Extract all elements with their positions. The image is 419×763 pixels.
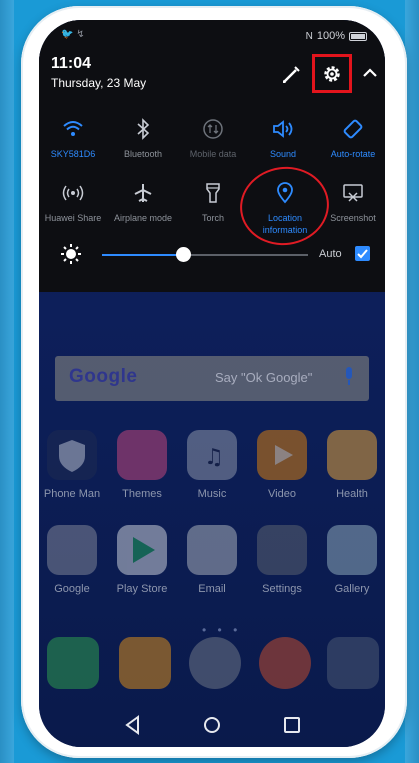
location-highlight-circle xyxy=(235,161,334,251)
app-music[interactable]: ♫ Music xyxy=(179,430,245,500)
status-bar-right: N 100% xyxy=(306,30,367,42)
gear-icon[interactable] xyxy=(322,64,342,84)
tile-label: Bluetooth xyxy=(123,149,163,159)
battery-percent: 100% xyxy=(316,30,345,42)
tile-airplane-mode[interactable]: Airplane mode xyxy=(107,180,179,224)
auto-brightness-checkbox[interactable] xyxy=(355,246,370,261)
tile-label: SKY581D6 xyxy=(50,149,96,159)
edit-icon[interactable] xyxy=(280,64,302,86)
clock-time: 11:04 xyxy=(51,55,92,72)
notification-shade: 🐦 ↯ N 100% 11:04 Thursday, 23 May SKY581… xyxy=(39,20,385,292)
huawei-share-icon xyxy=(39,180,109,206)
tile-auto-rotate[interactable]: Auto-rotate xyxy=(317,116,385,160)
mic-icon[interactable] xyxy=(343,367,355,387)
video-icon xyxy=(257,430,307,480)
phone-app-icon[interactable] xyxy=(47,637,99,689)
chevron-up-icon[interactable] xyxy=(360,63,380,83)
tile-label: Airplane mode xyxy=(113,213,173,223)
contacts-app-icon[interactable] xyxy=(119,637,171,689)
brightness-slider-knob[interactable] xyxy=(176,247,191,262)
app-phone-manager[interactable]: Phone Man xyxy=(39,430,105,500)
tile-label: Mobile data xyxy=(189,149,237,159)
app-label: Google xyxy=(54,583,90,595)
home-icon[interactable] xyxy=(200,713,224,737)
app-health[interactable]: Health xyxy=(319,430,385,500)
airplane-icon xyxy=(107,180,179,206)
tile-torch[interactable]: Torch xyxy=(177,180,249,224)
app-themes[interactable]: Themes xyxy=(109,430,175,500)
app-settings[interactable]: Settings xyxy=(249,525,315,595)
auto-brightness-label: Auto xyxy=(319,248,342,260)
app-label: Themes xyxy=(122,488,162,500)
tile-label: Sound xyxy=(269,149,297,159)
app-label: Gallery xyxy=(334,583,370,595)
google-logo: Google xyxy=(69,366,138,387)
brightness-slider-track[interactable] xyxy=(184,254,308,256)
app-label: Phone Man xyxy=(43,488,101,500)
nfc-icon: N xyxy=(305,30,313,42)
clock-date: Thursday, 23 May xyxy=(51,76,147,90)
bluetooth-icon xyxy=(107,116,179,142)
tile-huawei-share[interactable]: Huawei Share xyxy=(39,180,109,224)
play-store-icon xyxy=(117,525,167,575)
status-left-icons: 🐦 ↯ xyxy=(61,29,85,40)
messaging-app-icon[interactable] xyxy=(189,637,241,689)
app-row-1: Phone Man Themes ♫ Music Video Health xyxy=(39,430,385,516)
app-label: Video xyxy=(268,488,296,500)
email-icon xyxy=(187,525,237,575)
app-label: Health xyxy=(336,488,368,500)
app-label: Settings xyxy=(262,583,302,595)
gallery-icon xyxy=(327,525,377,575)
tile-mobile-data[interactable]: Mobile data xyxy=(177,116,249,160)
torch-icon xyxy=(177,180,249,206)
wifi-icon xyxy=(39,116,109,142)
app-video[interactable]: Video xyxy=(249,430,315,500)
background-edge-left xyxy=(0,0,14,763)
page-indicator: • • • xyxy=(202,623,242,637)
mobile-data-icon xyxy=(177,116,249,142)
chrome-app-icon[interactable] xyxy=(259,637,311,689)
tile-wifi[interactable]: SKY581D6 xyxy=(39,116,109,160)
recents-icon[interactable] xyxy=(280,713,304,737)
tile-label: Huawei Share xyxy=(44,213,102,223)
tile-label: Auto-rotate xyxy=(330,149,376,159)
checkmark-icon xyxy=(357,249,368,259)
google-folder-icon xyxy=(47,525,97,575)
camera-app-icon[interactable] xyxy=(327,637,379,689)
app-email[interactable]: Email xyxy=(179,525,245,595)
sound-icon xyxy=(247,116,319,142)
brightness-slider-fill xyxy=(102,254,184,256)
phone-screen: Google Say "Ok Google" Phone Man Themes … xyxy=(39,20,385,747)
themes-icon xyxy=(117,430,167,480)
settings-app-icon xyxy=(257,525,307,575)
battery-icon xyxy=(349,31,367,41)
dock xyxy=(39,637,385,699)
phone-manager-icon xyxy=(47,430,97,480)
app-gallery[interactable]: Gallery xyxy=(319,525,385,595)
settings-highlight-box xyxy=(312,54,352,93)
app-label: Play Store xyxy=(116,583,168,595)
app-row-2: Google Play Store Email Settings Gallery xyxy=(39,525,385,611)
background-edge-right xyxy=(405,0,419,763)
auto-rotate-icon xyxy=(317,116,385,142)
music-icon: ♫ xyxy=(187,430,237,480)
brightness-sun-icon xyxy=(61,244,81,264)
navigation-bar xyxy=(39,707,385,747)
app-play-store[interactable]: Play Store xyxy=(109,525,175,595)
tile-sound[interactable]: Sound xyxy=(247,116,319,160)
brightness-row: Auto xyxy=(39,240,385,270)
search-hint: Say "Ok Google" xyxy=(215,370,313,385)
svg-text:♫: ♫ xyxy=(204,445,224,470)
app-google[interactable]: Google xyxy=(39,525,105,595)
app-label: Music xyxy=(197,488,227,500)
google-search-bar[interactable]: Google Say "Ok Google" xyxy=(55,356,369,401)
health-icon xyxy=(327,430,377,480)
back-icon[interactable] xyxy=(121,713,145,737)
tile-bluetooth[interactable]: Bluetooth xyxy=(107,116,179,160)
tile-label: Torch xyxy=(201,213,224,223)
app-label: Email xyxy=(198,583,226,595)
